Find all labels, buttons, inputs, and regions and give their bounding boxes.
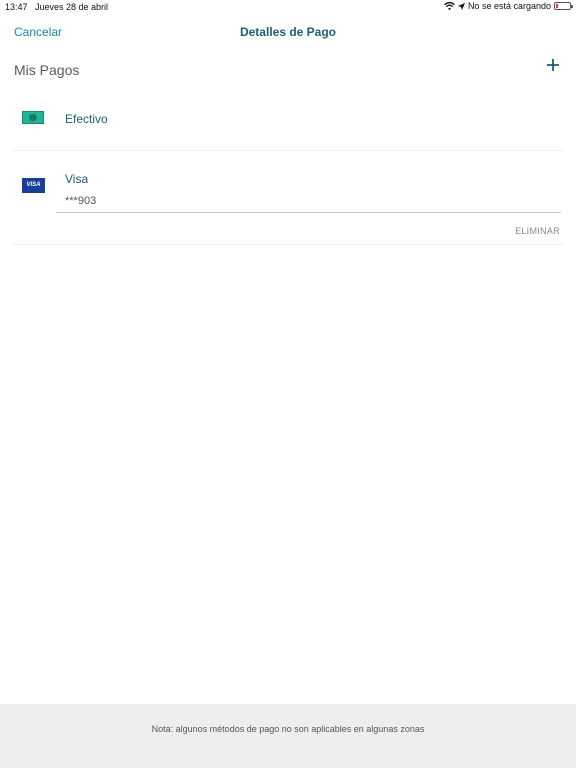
footer-note: Nota: algunos métodos de pago no son apl…	[151, 724, 425, 734]
status-time: 13:47	[5, 2, 28, 12]
card-number: ***903	[65, 195, 97, 207]
status-bar: 13:47 Jueves 28 de abril No se está carg…	[0, 0, 576, 14]
section-title: Mis Pagos	[14, 62, 80, 78]
plus-icon[interactable]	[546, 58, 560, 72]
page-title: Detalles de Pago	[239, 25, 337, 39]
payment-method-label: Visa	[65, 172, 89, 186]
status-date: Jueves 28 de abril	[35, 2, 109, 12]
navigation-bar: Cancelar Detalles de Pago	[0, 18, 576, 48]
location-arrow-icon	[457, 2, 465, 10]
visa-card-icon: VISA	[22, 178, 45, 193]
divider	[56, 212, 561, 213]
payment-method-cash[interactable]: Efectivo	[12, 96, 564, 151]
status-right: No se está cargando	[444, 1, 573, 11]
battery-icon	[554, 2, 573, 10]
charging-status: No se está cargando	[467, 1, 551, 11]
payment-method-visa[interactable]: VISA Visa ***903 ELIMINAR	[12, 150, 564, 245]
wifi-icon	[444, 2, 455, 10]
delete-button[interactable]: ELIMINAR	[515, 226, 560, 236]
cash-icon	[22, 111, 44, 124]
payment-method-label: Efectivo	[65, 112, 108, 126]
footer: Nota: algunos métodos de pago no son apl…	[0, 704, 576, 768]
